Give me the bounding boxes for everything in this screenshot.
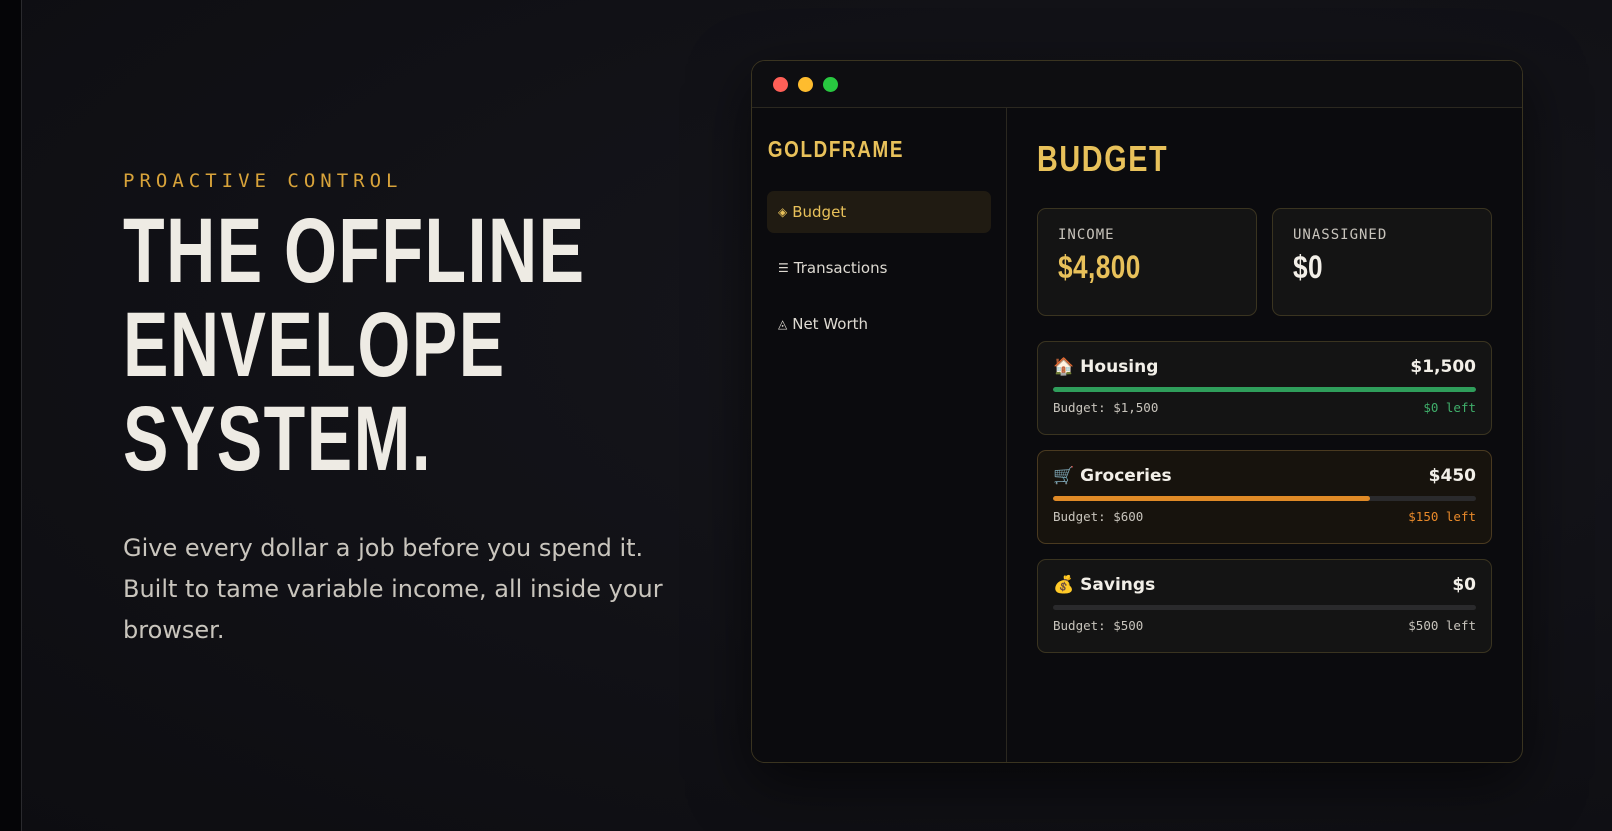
- stats-row: INCOME $4,800 UNASSIGNED $0: [1037, 208, 1492, 316]
- envelope-budget: Budget: $600: [1053, 509, 1144, 524]
- envelope-remaining: $0 left: [1423, 400, 1476, 415]
- envelope-card-housing[interactable]: 🏠 Housing $1,500 Budget: $1,500 $0 left: [1037, 341, 1492, 435]
- sidebar-item-label: Budget: [792, 203, 847, 221]
- headline-line-3: SYSTEM.: [123, 388, 433, 490]
- sidebar: GOLDFRAME ◈ Budget ☰ Transactions ◬ Net …: [752, 108, 1007, 762]
- app-window: GOLDFRAME ◈ Budget ☰ Transactions ◬ Net …: [751, 60, 1523, 763]
- cart-icon: 🛒: [1053, 466, 1075, 486]
- envelope-progress-fill: [1053, 387, 1476, 392]
- stat-value: $0: [1293, 249, 1324, 285]
- house-icon: 🏠: [1053, 357, 1075, 377]
- envelope-name: Groceries: [1080, 466, 1172, 486]
- stat-label: UNASSIGNED: [1293, 227, 1388, 243]
- envelope-budget: Budget: $500: [1053, 618, 1144, 633]
- diamond-icon: ◈: [778, 205, 788, 219]
- sidebar-item-net-worth[interactable]: ◬ Net Worth: [767, 303, 991, 345]
- envelope-remaining: $500 left: [1408, 618, 1476, 633]
- sidebar-nav: ◈ Budget ☰ Transactions ◬ Net Worth: [767, 191, 991, 345]
- envelope-progress-bar: [1053, 496, 1476, 501]
- stat-label: INCOME: [1058, 227, 1115, 243]
- brand-logo: GOLDFRAME: [767, 136, 905, 162]
- sidebar-item-label: Transactions: [793, 259, 888, 277]
- envelope-card-groceries[interactable]: 🛒 Groceries $450 Budget: $600 $150 left: [1037, 450, 1492, 544]
- envelope-remaining: $150 left: [1408, 509, 1476, 524]
- envelope-title: 💰 Savings: [1053, 575, 1155, 595]
- maximize-window-button[interactable]: [823, 76, 838, 92]
- list-icon: ☰: [778, 261, 789, 275]
- hero-headline: THE OFFLINE ENVELOPE SYSTEM.: [123, 204, 685, 486]
- close-window-button[interactable]: [773, 76, 788, 92]
- triangle-icon: ◬: [778, 317, 788, 331]
- headline-line-1: THE OFFLINE: [123, 200, 586, 302]
- sidebar-item-budget[interactable]: ◈ Budget: [767, 191, 991, 233]
- sidebar-item-transactions[interactable]: ☰ Transactions: [767, 247, 991, 289]
- money-bag-icon: 💰: [1053, 575, 1075, 595]
- envelope-card-savings[interactable]: 💰 Savings $0 Budget: $500 $500 left: [1037, 559, 1492, 653]
- stat-card-income: INCOME $4,800: [1037, 208, 1257, 316]
- app-body: GOLDFRAME ◈ Budget ☰ Transactions ◬ Net …: [752, 108, 1522, 762]
- headline-line-2: ENVELOPE: [123, 294, 506, 396]
- page-title: BUDGET: [1037, 138, 1169, 179]
- sidebar-item-label: Net Worth: [792, 315, 869, 333]
- left-edge-strip: [0, 0, 22, 831]
- envelope-list: 🏠 Housing $1,500 Budget: $1,500 $0 left: [1037, 341, 1492, 653]
- envelope-progress-bar: [1053, 605, 1476, 610]
- envelope-title: 🏠 Housing: [1053, 357, 1158, 377]
- stat-value: $4,800: [1058, 249, 1141, 285]
- envelope-amount: $0: [1452, 575, 1476, 595]
- main-panel: BUDGET INCOME $4,800 UNASSIGNED $0 🏠 Hou…: [1007, 108, 1522, 762]
- window-titlebar: [752, 61, 1522, 108]
- envelope-title: 🛒 Groceries: [1053, 466, 1172, 486]
- hero-subtitle: Give every dollar a job before you spend…: [123, 534, 663, 644]
- envelope-amount: $1,500: [1410, 357, 1476, 377]
- hero-section: PROACTIVE CONTROL THE OFFLINE ENVELOPE S…: [123, 170, 683, 651]
- minimize-window-button[interactable]: [798, 76, 813, 92]
- envelope-progress-bar: [1053, 387, 1476, 392]
- envelope-name: Housing: [1080, 357, 1159, 377]
- stat-card-unassigned: UNASSIGNED $0: [1272, 208, 1492, 316]
- hero-eyebrow: PROACTIVE CONTROL: [123, 170, 403, 192]
- envelope-budget: Budget: $1,500: [1053, 400, 1159, 415]
- envelope-progress-fill: [1053, 496, 1371, 501]
- envelope-amount: $450: [1428, 466, 1476, 486]
- envelope-name: Savings: [1080, 575, 1156, 595]
